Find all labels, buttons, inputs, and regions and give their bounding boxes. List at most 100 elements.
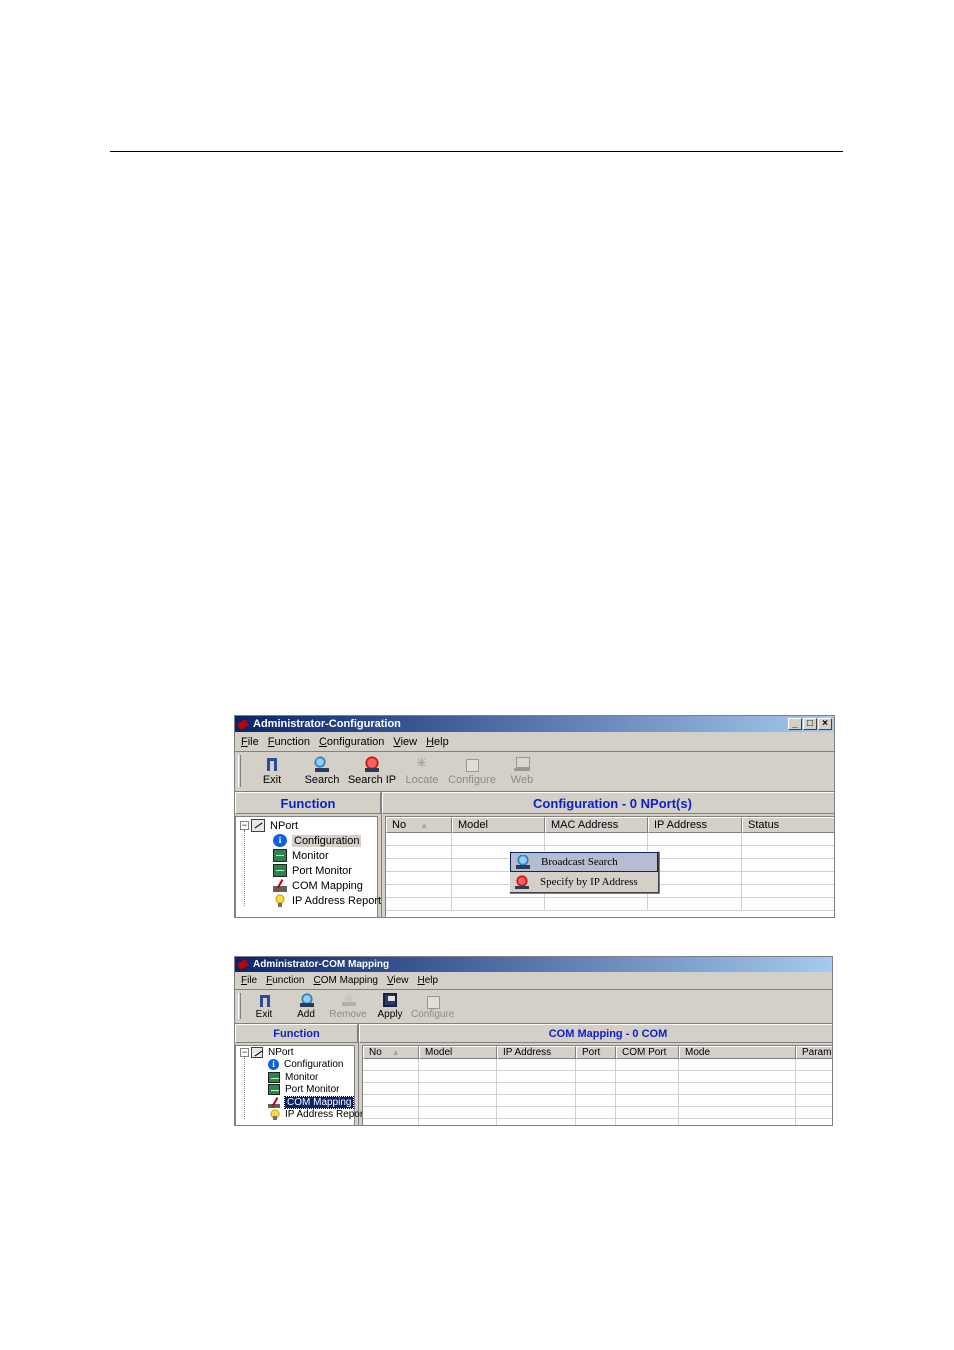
col-no[interactable]: No ▲: [363, 1046, 419, 1059]
apply-icon: [383, 993, 397, 1007]
configure-icon: [464, 756, 480, 772]
tree-item-label: Configuration: [292, 834, 362, 847]
page-header-rule: [110, 151, 843, 152]
exit-label: Exit: [255, 1009, 273, 1020]
menu-file[interactable]: File: [241, 736, 259, 748]
tree-item-port-monitor[interactable]: Port Monitor: [240, 863, 377, 878]
table-row: [363, 1095, 832, 1107]
add-label: Add: [297, 1009, 315, 1020]
remove-button[interactable]: Remove: [327, 990, 369, 1020]
search-ip-button[interactable]: Search IP: [347, 752, 397, 786]
minimize-button[interactable]: _: [788, 718, 802, 730]
tree-item-label: COM Mapping: [283, 1095, 355, 1109]
function-pane: Function − NPort i Configuration Monitor: [235, 1024, 366, 1125]
menu-file[interactable]: File: [241, 975, 257, 986]
com-mapping-header: COM Mapping - 0 COM: [359, 1024, 832, 1043]
col-model[interactable]: Model: [452, 817, 545, 833]
col-mac-address[interactable]: MAC Address: [545, 817, 648, 833]
tree-root[interactable]: − NPort: [240, 1046, 354, 1059]
specify-ip-label: Specify by IP Address: [540, 876, 638, 888]
tree-item-label: Monitor: [292, 849, 329, 862]
col-no[interactable]: No ▲: [386, 817, 452, 833]
menu-function[interactable]: Function: [268, 736, 310, 748]
col-status[interactable]: Status: [742, 817, 834, 833]
menu-view[interactable]: View: [387, 975, 409, 986]
sort-arrow-icon: ▲: [420, 821, 428, 830]
tree-item-monitor[interactable]: Monitor: [240, 848, 377, 863]
configure-button[interactable]: Configure: [411, 990, 455, 1020]
menu-view[interactable]: View: [393, 736, 417, 748]
table-row: [386, 833, 834, 846]
tree-item-label: IP Address Report: [292, 894, 382, 907]
menu-configuration[interactable]: Configuration: [319, 736, 384, 748]
exit-button[interactable]: Exit: [243, 990, 285, 1020]
col-no-label: No: [392, 819, 407, 831]
port-monitor-icon: [268, 1084, 280, 1096]
search-ip-label: Search IP: [347, 774, 397, 786]
nport-icon: [251, 1046, 263, 1058]
window-title: Administrator-COM Mapping: [253, 959, 390, 970]
tree-item-configuration[interactable]: i Configuration: [240, 833, 377, 848]
web-label: Web: [510, 774, 534, 786]
tree-root[interactable]: − NPort: [240, 818, 377, 833]
tree-item-configuration[interactable]: i Configuration: [240, 1059, 354, 1072]
info-icon: i: [273, 834, 287, 847]
configuration-window: Administrator-Configuration _ □ × File F…: [234, 715, 835, 918]
tree-item-label: Port Monitor: [292, 864, 352, 877]
locate-button[interactable]: Locate: [397, 752, 447, 786]
col-model[interactable]: Model: [419, 1046, 497, 1059]
exit-icon: [257, 993, 271, 1007]
lightbulb-icon: [273, 894, 287, 907]
col-com-port[interactable]: COM Port: [616, 1046, 679, 1059]
toolbar-grip[interactable]: [238, 993, 241, 1019]
col-parameter[interactable]: Paramete: [796, 1046, 832, 1059]
title-bar: Administrator-Configuration _ □ ×: [235, 716, 834, 732]
col-no-label: No: [369, 1047, 382, 1058]
apply-button[interactable]: Apply: [369, 990, 411, 1020]
menu-help[interactable]: Help: [426, 736, 449, 748]
configure-button[interactable]: Configure: [447, 752, 497, 786]
exit-icon: [264, 756, 280, 772]
monitor-icon: [273, 849, 287, 862]
tree-item-label: Configuration: [284, 1059, 344, 1071]
col-ip-address[interactable]: IP Address: [648, 817, 742, 833]
collapse-icon[interactable]: −: [240, 821, 249, 830]
lightbulb-icon: [268, 1109, 280, 1121]
menu-function[interactable]: Function: [266, 975, 304, 986]
com-mapping-icon: [268, 1096, 280, 1108]
col-mode[interactable]: Mode: [679, 1046, 796, 1059]
configure-label: Configure: [411, 1009, 455, 1020]
tree-item-ip-address-report[interactable]: IP Address Report: [240, 893, 381, 908]
menu-broadcast-search[interactable]: Broadcast Search: [510, 852, 658, 872]
add-icon: [299, 993, 314, 1007]
web-icon: [514, 756, 530, 772]
tree-item-monitor[interactable]: Monitor: [240, 1071, 354, 1084]
tree-item-com-mapping[interactable]: COM Mapping: [240, 878, 377, 893]
table-row: [363, 1071, 832, 1083]
menu-specify-by-ip[interactable]: Specify by IP Address: [510, 872, 658, 892]
tree-item-ip-address-report[interactable]: IP Address Report: [240, 1109, 366, 1122]
menu-help[interactable]: Help: [417, 975, 438, 986]
tree-item-com-mapping[interactable]: COM Mapping: [240, 1095, 355, 1109]
web-button[interactable]: Web: [497, 752, 547, 786]
app-icon: [238, 719, 249, 730]
locate-icon: [414, 755, 430, 772]
search-context-menu: Broadcast Search Specify by IP Address: [509, 851, 659, 893]
collapse-icon[interactable]: −: [240, 1047, 249, 1057]
add-button[interactable]: Add: [285, 990, 327, 1020]
search-button[interactable]: Search: [297, 752, 347, 786]
remove-icon: [341, 993, 356, 1007]
maximize-button[interactable]: □: [803, 718, 817, 730]
com-list-pane: COM Mapping - 0 COM No ▲ Model IP Address…: [359, 1024, 832, 1125]
toolbar-grip[interactable]: [238, 755, 241, 787]
close-button[interactable]: ×: [818, 718, 832, 730]
col-ip-address[interactable]: IP Address: [497, 1046, 576, 1059]
tree-item-label: COM Mapping: [292, 879, 363, 892]
device-list-pane: Configuration - 0 NPort(s) No ▲ Model MAC…: [382, 792, 834, 917]
com-grid: No ▲ Model IP Address Port COM Port Mode …: [362, 1045, 832, 1125]
exit-button[interactable]: Exit: [247, 752, 297, 786]
col-port[interactable]: Port: [576, 1046, 616, 1059]
tree-item-port-monitor[interactable]: Port Monitor: [240, 1084, 354, 1097]
search-label: Search: [304, 774, 340, 786]
menu-com-mapping[interactable]: COM Mapping: [313, 975, 377, 986]
